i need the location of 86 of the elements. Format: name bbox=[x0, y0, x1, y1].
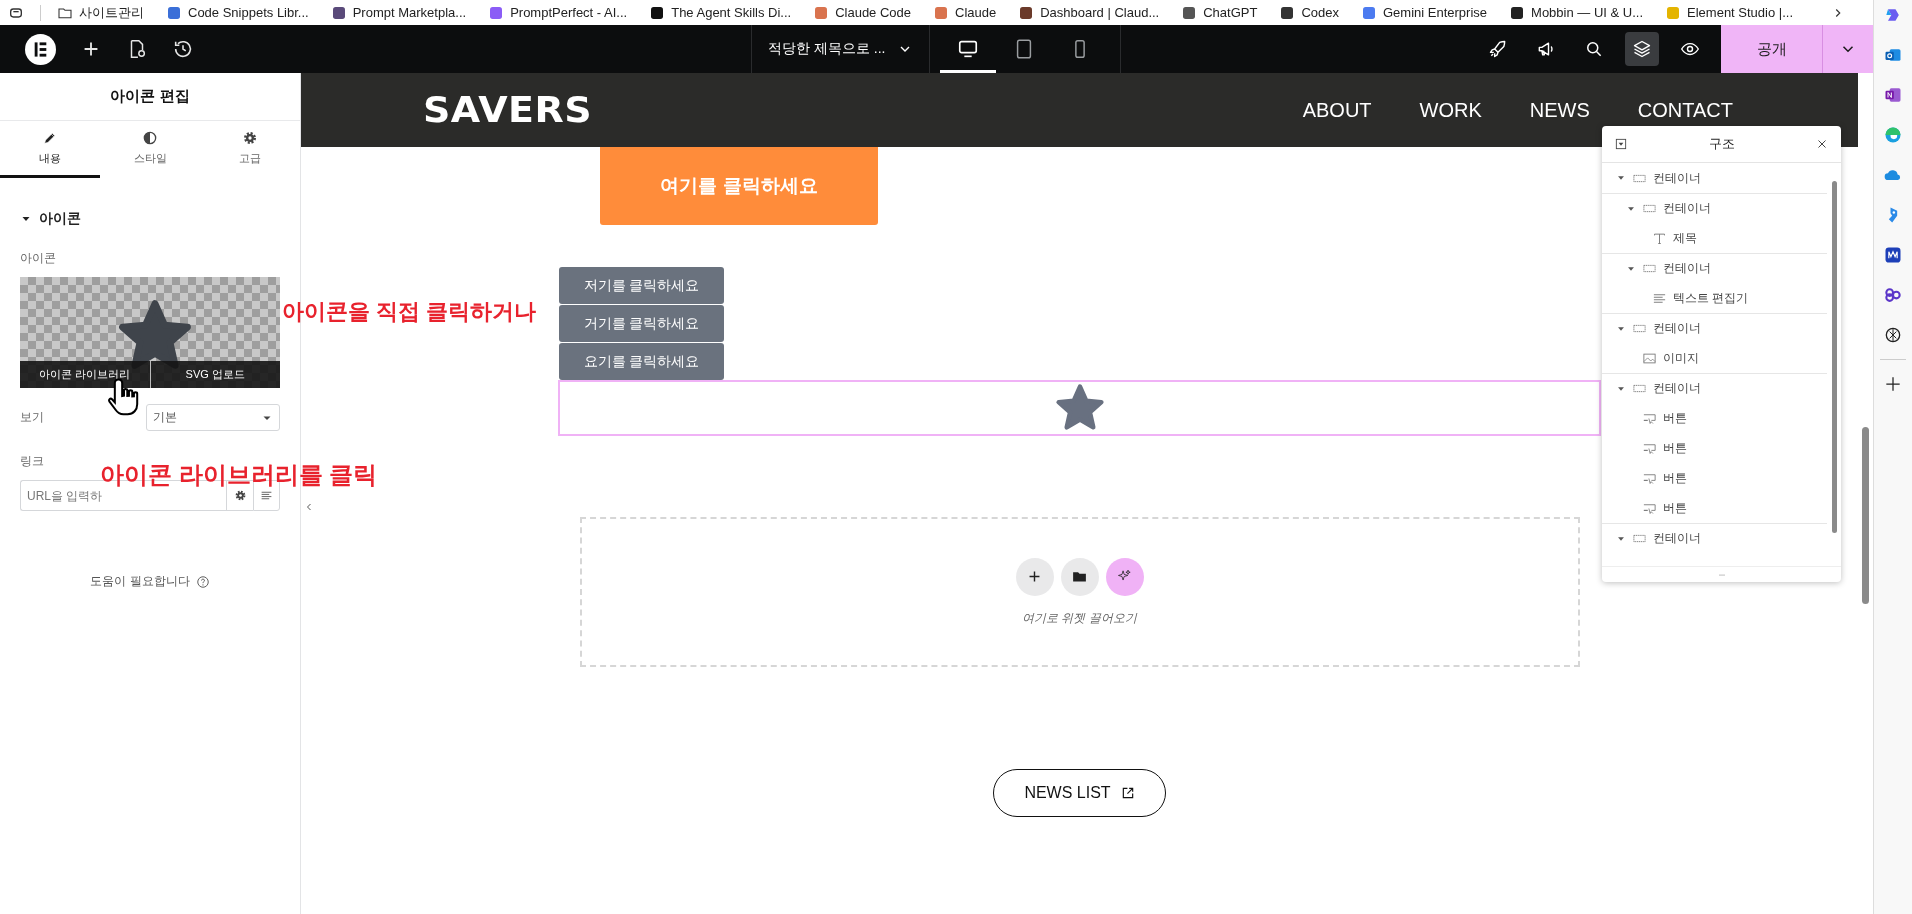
site-icon bbox=[1018, 4, 1035, 21]
nav-link[interactable]: WORK bbox=[1419, 98, 1482, 122]
site-icon bbox=[330, 4, 347, 21]
notebook-icon[interactable] bbox=[1883, 85, 1903, 105]
layers-icon bbox=[1632, 39, 1652, 59]
click-button[interactable]: 거기를 클릭하세요 bbox=[559, 305, 724, 342]
nav-link[interactable]: CONTACT bbox=[1637, 98, 1733, 122]
tree-item[interactable]: 이미지 bbox=[1602, 343, 1827, 373]
contrast-icon bbox=[142, 130, 158, 146]
icon-preview[interactable]: 아이콘 라이브러리 SVG 업로드 bbox=[20, 277, 280, 388]
help-link[interactable]: 도움이 필요합니다 bbox=[90, 573, 210, 590]
ai-button[interactable] bbox=[1105, 557, 1144, 596]
bookmark[interactable]: 사이트관리 bbox=[57, 3, 144, 22]
publish-button[interactable]: 공개 bbox=[1721, 25, 1823, 73]
tree-item[interactable]: 버튼 bbox=[1602, 403, 1827, 433]
bookmark[interactable]: Gemini Enterprise bbox=[1361, 4, 1488, 21]
nav-link[interactable]: ABOUT bbox=[1302, 98, 1372, 122]
bookmark[interactable]: Claude bbox=[933, 4, 997, 21]
tree-item[interactable]: 컨테이너 bbox=[1602, 253, 1827, 283]
site-icon bbox=[933, 4, 950, 21]
news-list-button[interactable]: NEWS LIST bbox=[993, 769, 1166, 817]
site-icon bbox=[166, 4, 182, 21]
field-label: 보기 bbox=[20, 409, 44, 426]
browser-icon[interactable] bbox=[1883, 125, 1903, 145]
search-icon bbox=[1584, 39, 1604, 59]
bookmark[interactable]: PromptPerfect - AI... bbox=[488, 4, 628, 21]
tree-item[interactable]: 텍스트 편집기 bbox=[1602, 283, 1827, 313]
megaphone-icon bbox=[1536, 39, 1556, 59]
bookmark[interactable]: ChatGPT bbox=[1181, 4, 1258, 21]
bookmark[interactable]: Mobbin — UI & U... bbox=[1509, 4, 1644, 21]
click-button[interactable]: 저기를 클릭하세요 bbox=[559, 267, 724, 304]
question-icon bbox=[195, 574, 210, 589]
nav-link[interactable]: NEWS bbox=[1529, 98, 1590, 122]
bookmark[interactable]: Code Snippets Libr... bbox=[166, 4, 309, 21]
site-icon bbox=[1279, 4, 1296, 21]
site-icon bbox=[1665, 4, 1682, 21]
drop-hint: 여기로 위젯 끌어오기 bbox=[1022, 609, 1137, 627]
field-label: 아이콘 bbox=[20, 250, 57, 267]
rocket-icon bbox=[1488, 39, 1508, 59]
app-icon[interactable] bbox=[1883, 285, 1903, 305]
layers-button[interactable] bbox=[1625, 32, 1659, 66]
collapse-icon[interactable] bbox=[1614, 137, 1628, 151]
section-toggle[interactable]: 아이콘 bbox=[20, 210, 81, 228]
history-icon[interactable] bbox=[172, 38, 194, 60]
click-button[interactable]: 요기를 클릭하세요 bbox=[559, 343, 724, 380]
tree-item[interactable]: 컨테이너 bbox=[1602, 163, 1827, 193]
external-link-icon bbox=[1120, 786, 1135, 800]
plus-icon[interactable] bbox=[1883, 374, 1903, 394]
site-logo[interactable]: SAVERS bbox=[423, 89, 593, 131]
bookmark[interactable]: Codex bbox=[1279, 4, 1339, 21]
gear-icon bbox=[233, 489, 247, 502]
tree-item[interactable]: 버튼 bbox=[1602, 463, 1827, 493]
tree-item[interactable]: 컨테이너 bbox=[1602, 313, 1827, 343]
field-label: 링크 bbox=[20, 453, 45, 470]
site-icon bbox=[1361, 4, 1377, 21]
bookmark[interactable]: Claude Code bbox=[813, 4, 912, 21]
template-button[interactable] bbox=[1060, 557, 1099, 596]
view-select[interactable]: 기본 bbox=[146, 404, 280, 431]
image-icon bbox=[1642, 350, 1657, 366]
site-icon bbox=[649, 4, 666, 21]
heading-icon bbox=[1652, 230, 1667, 246]
desktop-icon bbox=[957, 38, 979, 60]
tree-item[interactable]: 컨테이너 bbox=[1602, 523, 1827, 553]
list-icon bbox=[260, 489, 273, 502]
bookmark[interactable]: The Agent Skills Di... bbox=[649, 4, 792, 21]
tree-item[interactable]: 버튼 bbox=[1602, 433, 1827, 463]
tree-item[interactable]: 컨테이너 bbox=[1602, 193, 1827, 223]
bookmark[interactable]: Prompt Marketpla... bbox=[330, 4, 467, 21]
preview-button[interactable]: 아이콘 라이브러리 bbox=[20, 361, 150, 388]
tree-item[interactable]: 제목 bbox=[1602, 223, 1827, 253]
pencil-icon bbox=[42, 130, 58, 146]
gear-icon bbox=[242, 130, 258, 146]
tree-item[interactable]: 컨테이너 bbox=[1602, 373, 1827, 403]
site-icon bbox=[488, 4, 505, 21]
site-icon bbox=[813, 4, 830, 21]
elementor-logo-icon[interactable] bbox=[25, 33, 56, 65]
bookmark[interactable]: Dashboard | Claud... bbox=[1018, 4, 1160, 21]
panel-title: 구조 bbox=[1708, 135, 1735, 153]
preview-button[interactable]: SVG 업로드 bbox=[149, 361, 280, 388]
bookmark[interactable]: Element Studio |... bbox=[1665, 4, 1794, 21]
app-icon[interactable] bbox=[1883, 245, 1903, 265]
site-icon bbox=[1509, 4, 1526, 21]
site-icon bbox=[1181, 4, 1198, 21]
annotation-text: 아이콘을 직접 클릭하거나 bbox=[282, 298, 537, 326]
knot-icon[interactable] bbox=[1883, 325, 1903, 345]
tree-item[interactable]: 버튼 bbox=[1602, 493, 1827, 523]
